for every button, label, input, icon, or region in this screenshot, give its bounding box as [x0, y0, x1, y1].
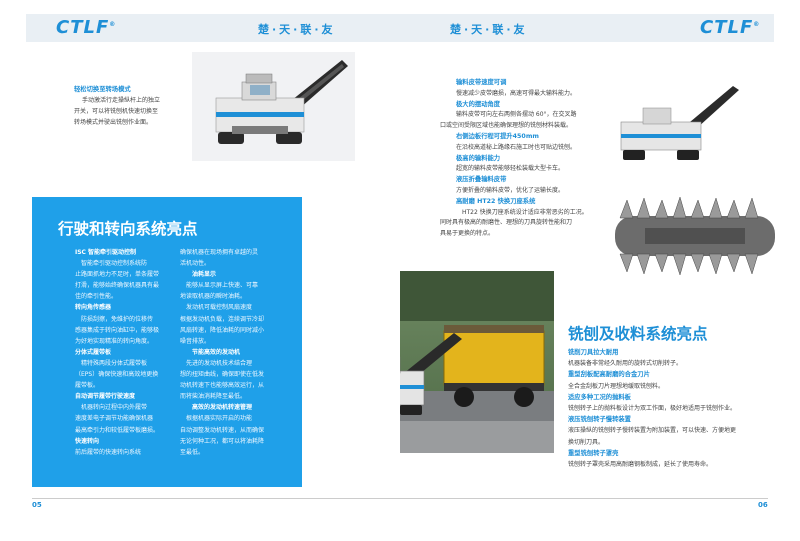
caption-line: 输料皮带可向左右两侧各摆动 60°，在交叉路: [456, 111, 577, 119]
slogan-left: 楚·天·联·友: [258, 23, 336, 36]
feature-title: 适应多种工况的抛料板: [568, 393, 631, 401]
footer-divider-left: [32, 498, 400, 499]
caption-line: 方便折叠的输料皮带，优化了运输长度。: [456, 186, 565, 194]
brand-logo-left: CTLF®: [56, 17, 117, 38]
feature-title: 铣削刀具拉大耐用: [568, 349, 619, 356]
feature-title: 重型刮板配高耐磨的合金刀片: [568, 371, 650, 379]
feature-line: 佳的牵引性能。: [75, 293, 118, 301]
caption-title: 轻松切换至转场模式: [74, 86, 131, 93]
milling-machine-illustration: [192, 52, 355, 161]
feature-title: 自动调节履带行驶速度: [75, 393, 136, 401]
feature-line: 换切削刀具。: [568, 438, 605, 446]
caption-line: 超宽的输料皮带能够轻松装载大型卡车。: [456, 165, 565, 173]
caption-line: 开关，可以将铣刨机快速切换至: [74, 108, 159, 115]
feature-line: 防损刮擦，免维护的位移传: [81, 315, 154, 323]
milling-section-title: 铣刨及收料系统亮点: [568, 325, 708, 343]
feature-line: 动机转速下也能够高效运行，从: [180, 382, 265, 390]
slogan-right: 楚·天·联·友: [450, 23, 528, 36]
transport-mode-caption: 轻松切换至转场模式 手动激活行走操纵杆上的独立 开关，可以将铣刨机快速切换至 转…: [74, 84, 194, 128]
feature-line: 机器转向过程中内外履带: [81, 404, 148, 412]
feature-line: 能够从显示屏上快速、可靠: [186, 282, 259, 290]
feature-line: 速度差电子调节功能确保机器: [75, 415, 154, 423]
feature-line: 全合金刮板刀片理想地缓取铣刨料。: [568, 382, 665, 390]
right-page: 楚·天·联·友 CTLF® 输料皮带速度可调 慢速减少皮带磨损，高速可得最大输料…: [400, 0, 800, 541]
feature-title: 转向角传感器: [75, 304, 112, 312]
feature-title: 重型铣刨转子罩壳: [568, 449, 619, 457]
panel-column-1: ISC 智能牵引驱动控制 智能牵引驱动控制系统防 止路面抓地力不足时，单条履带 …: [75, 247, 179, 458]
brand-logo-right: CTLF®: [700, 17, 761, 38]
milling-machine-photo-right: [615, 80, 745, 172]
panel-column-2: 确保机器在现场拥有卓越的灵 活机动性。 油耗显示 能够从显示屏上快速、可靠 地读…: [180, 247, 290, 458]
caption-line: 同时具有极高的耐磨性、理想的刀具旋转性能和刀: [440, 219, 573, 227]
feature-line: 无论何种工况，都可以将油耗降: [180, 437, 265, 445]
caption-title: 输料皮带速度可调: [456, 79, 507, 86]
cutting-drum-illustration: [605, 188, 780, 280]
feature-line: 根据机器实际开启的功能: [186, 415, 253, 423]
conveyor-features-caption: 输料皮带速度可调 慢速减少皮带磨损，高速可得最大输料能力。 极大的摆动角度 输料…: [440, 78, 626, 240]
feature-line: 至最低。: [180, 448, 205, 456]
feature-line: 最高牵引力和较低履带板磨损。: [75, 426, 160, 434]
feature-line: 液压操纵的铣刨转子慢转装置为附加装置，可以快速、方便地更: [568, 427, 737, 435]
page-number-left: 05: [32, 501, 42, 509]
footer-divider-right: [400, 498, 768, 499]
feature-line: 精特殊两段分体式履带板: [81, 359, 148, 367]
feature-line: 机器装备非常经久耐用的旋转式切削转子。: [568, 360, 683, 368]
caption-title: 极高的输料能力: [456, 154, 501, 162]
feature-line: 智能牵引驱动控制系统防: [81, 260, 148, 268]
caption-line: 慢速减少皮带磨损，高速可得最大输料能力。: [456, 89, 577, 97]
feature-title: ISC 智能牵引驱动控制: [75, 249, 137, 256]
feature-title: 油耗显示: [192, 271, 217, 279]
left-page: CTLF® 楚·天·联·友 轻松切换至转场模式 手动激活行走操纵杆上的独立 开关…: [0, 0, 400, 541]
feature-line: 铣刨转子上的抛料板设计为双工作面，极好地适用于铣刨作业。: [568, 405, 737, 413]
feature-title: 节能高效的发动机: [192, 348, 241, 356]
feature-line: 地读取机器的瞬时油耗。: [180, 293, 247, 301]
feature-line: 确保机器在现场拥有卓越的灵: [180, 249, 259, 256]
caption-title: 液压折叠输料皮带: [456, 176, 507, 184]
feature-line: 履带板。: [75, 382, 100, 390]
feature-line: 根据发动机负载，连续调节冷却: [180, 315, 265, 323]
caption-line: 在沿校高道秘上路缘石施工时也可贴边铣刨。: [456, 143, 577, 151]
feature-title: 分体式履带板: [75, 348, 112, 356]
feature-line: 为好地实现精准的转向角度。: [75, 337, 154, 345]
feature-line: 止路面抓地力不足时，单条履带: [75, 271, 160, 279]
caption-title: 极大的摆动角度: [456, 100, 501, 108]
milling-features-list: 铣削刀具拉大耐用 机器装备非常经久耐用的旋转式切削转子。 重型刮板配高耐磨的合金…: [568, 347, 793, 470]
milling-machine-illustration: [615, 80, 745, 172]
road-milling-photo: [400, 271, 554, 453]
caption-line: 转场模式并驶出铣刨作业面。: [74, 119, 153, 126]
feature-line: 想的扭矩曲线，确保即使在低发: [180, 371, 265, 379]
feature-line: 噪音排放。: [180, 337, 211, 345]
feature-line: 发动机可载控制风扇速度: [186, 304, 253, 312]
feature-line: 而将柴油消耗降至最低。: [180, 393, 247, 401]
feature-line: 铣刨转子罩壳采用高耐磨钢板制成，延长了使用寿命。: [568, 461, 713, 469]
road-milling-illustration: [400, 271, 554, 453]
page-number-right: 06: [758, 501, 768, 509]
panel-title: 行驶和转向系统亮点: [58, 220, 198, 238]
caption-line: 具易于更换的特点。: [440, 230, 495, 238]
caption-line: HT22 快换刀座系统设计适应非常恶劣的工况。: [462, 208, 588, 216]
feature-line: 前后履带的快速转向系统: [75, 448, 142, 456]
feature-line: 打滑，能够始终确保机器具有最: [75, 282, 160, 290]
feature-line: 自动调整发动机转速，从而确保: [180, 426, 265, 434]
caption-line: 手动激活行走操纵杆上的独立: [82, 97, 161, 104]
milling-machine-photo-left: [192, 52, 355, 161]
feature-line: 先进的发动机技术结合理: [186, 359, 253, 367]
feature-line: 活机动性。: [180, 260, 211, 268]
cutting-drum-photo: [605, 188, 780, 280]
caption-title: 右侧边板行程可提升450mm: [456, 132, 539, 140]
feature-line: 风扇转速，降低油耗的同时减小: [180, 326, 265, 334]
caption-title: 高耐磨 HT22 快换刀座系统: [456, 197, 536, 205]
feature-title: 液压铣刨转子慢转装置: [568, 416, 631, 424]
feature-title: 快速转向: [75, 437, 100, 445]
feature-title: 高效的发动机转速管理: [192, 404, 253, 412]
feature-line: 感器集成于转向油缸中，能够极: [75, 326, 160, 334]
feature-line: （EPS）确保快速和高效地更换: [75, 371, 159, 379]
caption-line: 口或空间受限区域也能确保理想的铣刨材料装载。: [440, 122, 573, 130]
